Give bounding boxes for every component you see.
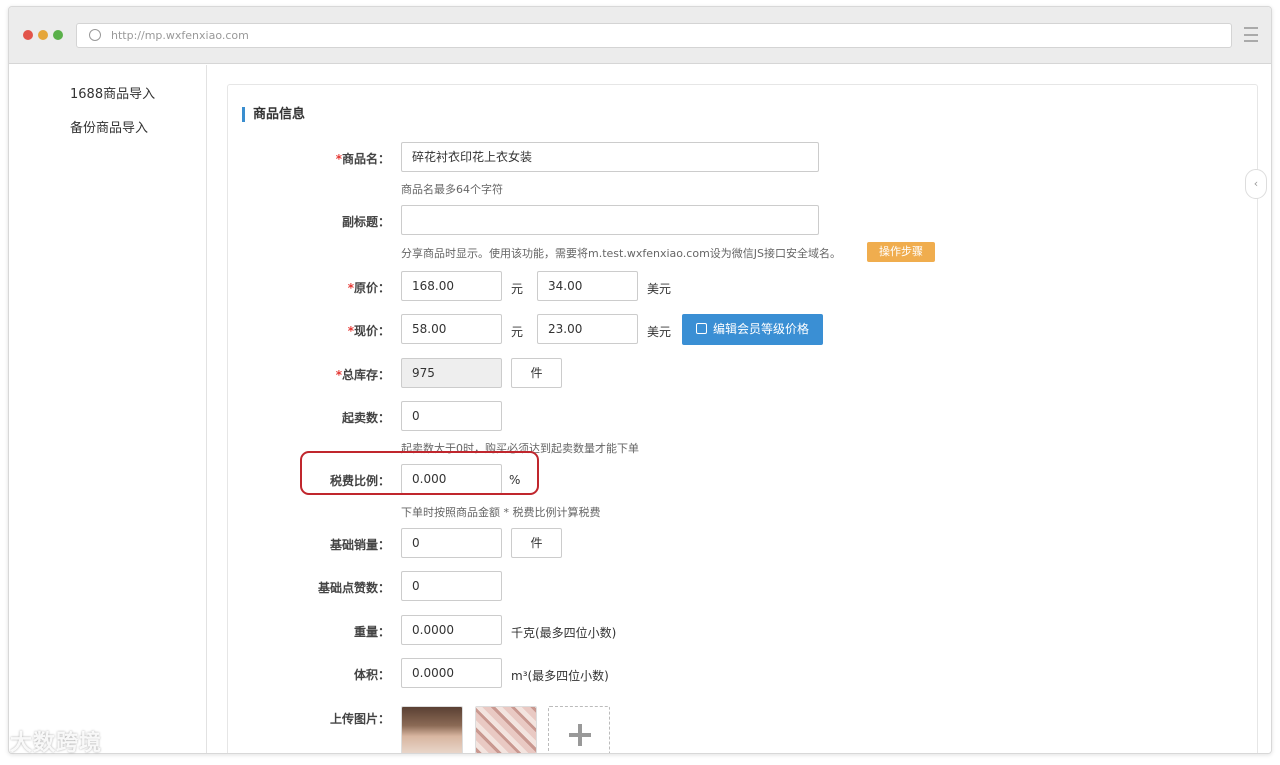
sidebar-item-backup-import[interactable]: 备份商品导入 bbox=[70, 117, 148, 136]
add-image-button[interactable] bbox=[548, 706, 610, 753]
maximize-window-dot[interactable] bbox=[53, 30, 63, 40]
product-name-label: *商品名： bbox=[335, 152, 390, 166]
refresh-icon[interactable] bbox=[89, 29, 101, 41]
product-name-input[interactable]: 碎花衬衣印花上衣女装 bbox=[401, 142, 819, 172]
volume-input[interactable]: 0.0000 bbox=[401, 658, 502, 688]
tax-rate-highlight bbox=[300, 451, 539, 495]
browser-toolbar: http://mp.wxfenxiao.com bbox=[9, 7, 1271, 64]
current-price-cny-unit: 元 bbox=[511, 325, 524, 339]
tax-rate-hint: 下单时按照商品金额 * 税费比例计算税费 bbox=[401, 506, 601, 519]
base-likes-input[interactable]: 0 bbox=[401, 571, 502, 601]
current-price-usd-unit: 美元 bbox=[647, 325, 672, 339]
sidebar: 1688商品导入 备份商品导入 bbox=[9, 65, 207, 753]
main-area: 商品信息 *商品名： 碎花衬衣印花上衣女装 商品名最多64个字符 副标题： 分享… bbox=[207, 65, 1271, 753]
address-url[interactable]: http://mp.wxfenxiao.com bbox=[111, 29, 249, 42]
weight-label: 重量： bbox=[353, 625, 390, 639]
sales-unit-button[interactable]: 件 bbox=[511, 528, 562, 558]
edit-member-price-button[interactable]: 编辑会员等级价格 bbox=[682, 314, 824, 345]
current-price-cny-input[interactable]: 58.00 bbox=[401, 314, 502, 344]
original-price-cny-input[interactable]: 168.00 bbox=[401, 271, 502, 301]
hamburger-menu-icon[interactable] bbox=[1244, 27, 1258, 42]
original-price-usd-input[interactable]: 34.00 bbox=[537, 271, 638, 301]
min-order-label: 起卖数： bbox=[341, 411, 390, 425]
volume-label: 体积： bbox=[353, 668, 390, 682]
base-sales-label: 基础销量： bbox=[329, 538, 390, 552]
steps-button[interactable]: 操作步骤 bbox=[867, 242, 935, 262]
volume-unit: m³(最多四位小数) bbox=[511, 669, 609, 683]
product-image-thumbnail-2[interactable] bbox=[475, 706, 537, 753]
original-price-usd-unit: 美元 bbox=[647, 282, 672, 296]
subtitle-hint: 分享商品时显示。使用该功能，需要将m.test.wxfenxiao.com设为微… bbox=[401, 247, 842, 260]
base-sales-input[interactable]: 0 bbox=[401, 528, 502, 558]
watermark-logo: 大数跨境 bbox=[10, 731, 103, 756]
page-content: 1688商品导入 备份商品导入 商品信息 *商品名： 碎花衬衣印花上衣女装 商品… bbox=[9, 65, 1271, 753]
section-title: 商品信息 bbox=[242, 107, 305, 122]
product-name-hint: 商品名最多64个字符 bbox=[401, 183, 503, 196]
sidebar-item-1688-import[interactable]: 1688商品导入 bbox=[70, 83, 155, 102]
close-window-dot[interactable] bbox=[23, 30, 33, 40]
original-price-cny-unit: 元 bbox=[511, 282, 524, 296]
total-stock-label: *总库存： bbox=[335, 368, 390, 382]
original-price-label: *原价： bbox=[347, 281, 390, 295]
subtitle-input[interactable] bbox=[401, 205, 819, 235]
min-order-input[interactable]: 0 bbox=[401, 401, 502, 431]
total-stock-input: 975 bbox=[401, 358, 502, 388]
minimize-window-dot[interactable] bbox=[38, 30, 48, 40]
product-info-panel: 商品信息 *商品名： 碎花衬衣印花上衣女装 商品名最多64个字符 副标题： 分享… bbox=[227, 84, 1267, 753]
window-controls bbox=[23, 30, 63, 40]
current-price-usd-input[interactable]: 23.00 bbox=[537, 314, 638, 344]
weight-unit: 千克(最多四位小数) bbox=[511, 626, 617, 640]
browser-window: http://mp.wxfenxiao.com 1688商品导入 备份商品导入 … bbox=[8, 6, 1272, 754]
subtitle-label: 副标题： bbox=[341, 215, 390, 229]
current-price-label: *现价： bbox=[347, 324, 390, 338]
stock-unit-button[interactable]: 件 bbox=[511, 358, 562, 388]
address-bar[interactable]: http://mp.wxfenxiao.com bbox=[76, 23, 1232, 48]
product-image-thumbnail-1[interactable] bbox=[401, 706, 463, 753]
chevron-left-icon[interactable]: ‹ bbox=[1245, 169, 1267, 199]
upload-images-label: 上传图片： bbox=[329, 712, 390, 726]
edit-icon bbox=[696, 323, 707, 334]
base-likes-label: 基础点赞数： bbox=[317, 581, 390, 595]
weight-input[interactable]: 0.0000 bbox=[401, 615, 502, 645]
